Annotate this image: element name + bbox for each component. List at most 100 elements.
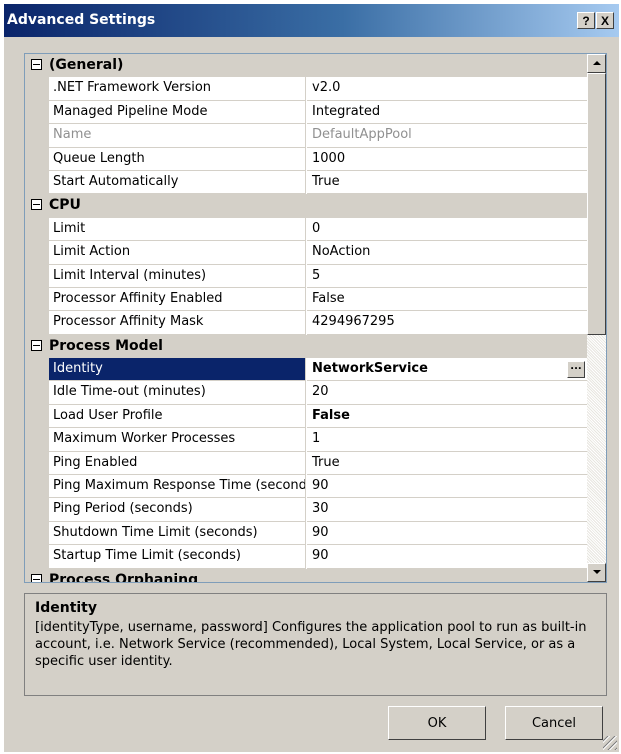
- property-name: Processor Affinity Mask: [49, 311, 306, 335]
- property-name: Managed Pipeline Mode: [49, 100, 306, 125]
- property-name: Queue Length: [49, 147, 306, 171]
- property-row[interactable]: Shutdown Time Limit (seconds) 90: [25, 521, 587, 546]
- property-name: Shutdown Time Limit (seconds): [49, 521, 306, 546]
- arrow-down-icon: [593, 570, 601, 574]
- property-value[interactable]: NetworkService: [307, 358, 587, 382]
- row-gutter: [25, 498, 49, 522]
- row-gutter: [25, 358, 49, 382]
- property-value[interactable]: NoAction: [307, 241, 587, 265]
- property-name: Maximum Worker Processes: [49, 428, 306, 452]
- ellipsis-button[interactable]: ...: [567, 361, 585, 379]
- close-button[interactable]: X: [596, 12, 614, 29]
- property-value[interactable]: Integrated: [307, 101, 587, 125]
- property-rows: (General) .NET Framework Version v2.0 Manag…: [25, 54, 587, 583]
- property-row[interactable]: Idle Time-out (minutes) 20: [25, 381, 587, 405]
- advanced-settings-dialog: Advanced Settings ? X (General) .NET Fram…: [4, 4, 619, 752]
- property-row[interactable]: Ping Maximum Response Time (seconds) 90: [25, 475, 587, 499]
- collapse-toggle-icon[interactable]: [31, 199, 42, 211]
- row-gutter: [25, 475, 49, 499]
- property-name: Limit: [49, 217, 306, 242]
- property-row[interactable]: Queue Length 1000: [25, 147, 587, 171]
- row-gutter: [25, 381, 49, 405]
- category-row[interactable]: Process Model: [25, 334, 587, 359]
- row-gutter: [25, 311, 49, 335]
- property-value[interactable]: 4294967295: [307, 311, 587, 335]
- collapse-toggle-icon[interactable]: [31, 339, 42, 351]
- cancel-button[interactable]: Cancel: [505, 706, 603, 740]
- property-row[interactable]: Limit Action NoAction: [25, 241, 587, 265]
- row-gutter: [25, 147, 49, 171]
- property-row[interactable]: Processor Affinity Enabled False: [25, 287, 587, 312]
- scroll-thumb[interactable]: [587, 73, 606, 335]
- property-value[interactable]: True: [307, 171, 587, 195]
- property-value[interactable]: 90: [307, 522, 587, 546]
- collapse-toggle-icon[interactable]: [31, 573, 42, 582]
- row-gutter: [25, 404, 49, 429]
- property-row[interactable]: Ping Period (seconds) 30: [25, 498, 587, 522]
- property-value[interactable]: 1000: [307, 148, 587, 171]
- description-title: Identity: [35, 600, 98, 616]
- row-gutter: [25, 545, 49, 569]
- category-label: Process Model: [49, 337, 163, 354]
- property-value[interactable]: 20: [307, 381, 587, 405]
- resize-grip-icon[interactable]: [603, 736, 617, 750]
- row-gutter: [25, 521, 49, 546]
- scroll-up-button[interactable]: [587, 54, 606, 73]
- category-label: (General): [49, 57, 124, 73]
- property-row[interactable]: Maximum Worker Processes 1: [25, 428, 587, 452]
- ok-button[interactable]: OK: [388, 706, 486, 740]
- property-value[interactable]: False: [307, 288, 587, 312]
- row-gutter: [25, 264, 49, 288]
- description-panel: Identity [identityType, username, passwo…: [24, 593, 607, 696]
- property-value[interactable]: DefaultAppPool: [307, 124, 587, 148]
- scroll-down-button[interactable]: [587, 563, 606, 582]
- category-row[interactable]: CPU: [25, 194, 587, 218]
- property-row[interactable]: Managed Pipeline Mode Integrated: [25, 100, 587, 125]
- property-name: Ping Enabled: [49, 451, 306, 476]
- title-bar[interactable]: Advanced Settings ? X: [4, 4, 619, 37]
- vertical-scrollbar[interactable]: [587, 54, 606, 582]
- property-name: Processor Affinity Enabled: [49, 287, 306, 312]
- property-grid: (General) .NET Framework Version v2.0 Manag…: [24, 53, 607, 583]
- help-button[interactable]: ?: [577, 12, 595, 29]
- property-row[interactable]: Startup Time Limit (seconds) 90: [25, 545, 587, 569]
- row-gutter: [25, 287, 49, 312]
- property-row[interactable]: Start Automatically True: [25, 170, 587, 195]
- property-value[interactable]: v2.0: [307, 77, 587, 101]
- property-name: Limit Action: [49, 241, 306, 265]
- row-gutter: [25, 428, 49, 452]
- dialog-title: Advanced Settings: [7, 12, 156, 28]
- property-row[interactable]: Processor Affinity Mask 4294967295: [25, 311, 587, 335]
- category-row[interactable]: Process Orphaning: [25, 568, 587, 583]
- property-row[interactable]: Ping Enabled True: [25, 451, 587, 476]
- category-label: Process Orphaning: [49, 571, 199, 583]
- row-gutter: [25, 451, 49, 476]
- property-name: Start Automatically: [49, 170, 306, 195]
- row-gutter: [25, 241, 49, 265]
- property-value[interactable]: True: [307, 452, 587, 476]
- row-gutter: [25, 77, 49, 101]
- collapse-toggle-icon[interactable]: [31, 59, 42, 70]
- row-gutter: [25, 170, 49, 195]
- property-row[interactable]: Limit Interval (minutes) 5: [25, 264, 587, 288]
- property-row[interactable]: Name DefaultAppPool: [25, 124, 587, 148]
- property-value[interactable]: 1: [307, 428, 587, 452]
- property-name: Limit Interval (minutes): [49, 264, 306, 288]
- property-value[interactable]: 90: [307, 545, 587, 569]
- category-row[interactable]: (General): [25, 54, 587, 78]
- property-value[interactable]: 5: [307, 265, 587, 288]
- property-value[interactable]: 0: [307, 218, 587, 242]
- property-row[interactable]: Limit 0: [25, 217, 587, 242]
- property-name: Identity: [49, 358, 306, 382]
- property-value[interactable]: 30: [307, 498, 587, 522]
- property-name: Ping Maximum Response Time (seconds): [49, 475, 306, 499]
- property-row[interactable]: .NET Framework Version v2.0: [25, 77, 587, 101]
- property-name: Name: [49, 124, 306, 148]
- property-value[interactable]: False: [307, 405, 587, 429]
- property-row[interactable]: Load User Profile False: [25, 404, 587, 429]
- property-name: .NET Framework Version: [49, 77, 306, 101]
- property-value[interactable]: 90: [307, 475, 587, 499]
- arrow-up-icon: [593, 61, 601, 65]
- row-gutter: [25, 217, 49, 242]
- property-row[interactable]: Identity NetworkService...: [25, 358, 587, 382]
